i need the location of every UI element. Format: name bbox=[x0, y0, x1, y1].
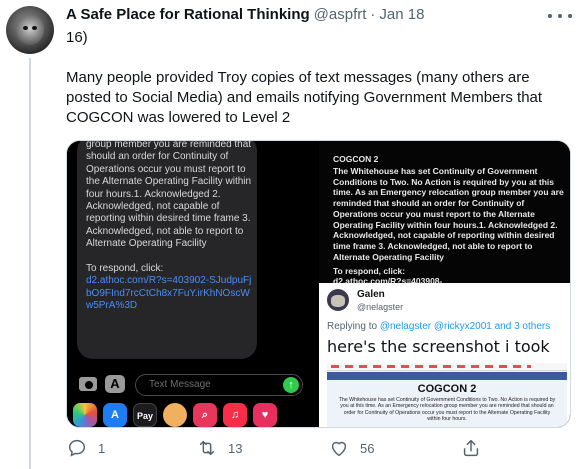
heart-icon: ♥ bbox=[253, 403, 277, 427]
appstore-icon: A bbox=[103, 403, 127, 427]
memoji-icon bbox=[163, 403, 187, 427]
like-button[interactable]: 56 bbox=[328, 436, 374, 460]
sms-input: Text Message ↑ bbox=[135, 374, 303, 396]
embedded-reply-screenshot[interactable]: Galen @nelagster Replying to @nelagster … bbox=[319, 283, 570, 427]
reply-count: 1 bbox=[98, 440, 106, 456]
applepay-label: Pay bbox=[136, 411, 153, 421]
inner-title: COGCON 2 bbox=[417, 383, 477, 395]
retweet-button[interactable]: 13 bbox=[196, 436, 242, 460]
thread-line bbox=[29, 58, 31, 469]
share-icon bbox=[463, 439, 479, 457]
more-options-icon[interactable] bbox=[548, 6, 572, 26]
reply-icon bbox=[68, 439, 86, 457]
inner-header-band bbox=[327, 372, 567, 380]
sms-message: group member you are reminded that shoul… bbox=[86, 140, 252, 250]
avatar-face bbox=[16, 15, 44, 45]
avatar-eye-left bbox=[23, 26, 28, 30]
appstore-icon: A bbox=[105, 375, 125, 393]
sms-screenshot[interactable]: group member you are reminded that shoul… bbox=[67, 140, 315, 427]
retweet-icon bbox=[199, 440, 215, 456]
tweet-date[interactable]: Jan 18 bbox=[379, 6, 424, 23]
reply-inner-screenshot: COGCON 2 The Whitehouse has set Continui… bbox=[327, 363, 567, 427]
tweet-text: Many people provided Troy copies of text… bbox=[66, 69, 543, 126]
sms-bubble: group member you are reminded that shoul… bbox=[77, 140, 257, 359]
media-grid[interactable]: group member you are reminded that shoul… bbox=[66, 140, 571, 428]
search-icon: ⌕ bbox=[193, 403, 217, 427]
photos-icon bbox=[73, 403, 97, 427]
tweet[interactable]: A Safe Place for Rational Thinking @aspf… bbox=[0, 0, 581, 469]
notice-title: COGCON 2 bbox=[333, 154, 379, 164]
reply-text: here's the screenshot i took bbox=[327, 337, 550, 356]
reply-button[interactable]: 1 bbox=[66, 436, 105, 460]
notice-respond-label: To respond, click: bbox=[333, 266, 406, 276]
tweet-actions: 1 13 56 bbox=[66, 436, 566, 460]
replying-mentions: @nelagster @rickyx2001 bbox=[379, 321, 492, 332]
sms-text: group member you are reminded that shoul… bbox=[86, 140, 256, 313]
music-icon: ♫ bbox=[223, 403, 247, 427]
camera-icon bbox=[79, 377, 97, 391]
replying-prefix: Replying to bbox=[327, 321, 378, 332]
reply-context: Replying to @nelagster @rickyx2001 and 3… bbox=[327, 321, 550, 332]
notice-body: The Whitehouse has set Continuity of Gov… bbox=[333, 166, 564, 262]
author-handle[interactable]: @aspfrt bbox=[314, 6, 367, 23]
send-arrow-icon: ↑ bbox=[283, 377, 299, 393]
header-separator: · bbox=[370, 6, 376, 23]
replying-suffix: and 3 others bbox=[494, 321, 551, 332]
reply-avatar bbox=[327, 289, 349, 311]
avatar-eye-right bbox=[32, 26, 37, 30]
app-tray: A Pay ⌕ ♫ ♥ bbox=[69, 401, 313, 427]
tweet-header: A Safe Place for Rational Thinking @aspf… bbox=[66, 6, 424, 26]
like-count: 56 bbox=[360, 440, 375, 456]
author-avatar[interactable] bbox=[6, 6, 54, 54]
applepay-icon: Pay bbox=[133, 403, 157, 427]
sms-input-placeholder: Text Message bbox=[149, 379, 211, 390]
sms-respond-link[interactable]: d2.athoc.com/R?s=403902-SJudpuFjbO9FInd7… bbox=[86, 275, 251, 311]
share-button[interactable] bbox=[460, 436, 492, 460]
inner-text: The Whitehouse has set Continuity of Gov… bbox=[338, 397, 556, 423]
author-name[interactable]: A Safe Place for Rational Thinking bbox=[66, 6, 310, 23]
sms-respond-label: To respond, click: bbox=[86, 263, 164, 275]
reply-author-name: Galen bbox=[357, 289, 385, 300]
reply-author-handle: @nelagster bbox=[357, 302, 404, 312]
cogcon-notice-screenshot[interactable]: COGCON 2 The Whitehouse has set Continui… bbox=[319, 141, 570, 296]
inner-topbar bbox=[327, 363, 567, 371]
retweet-count: 13 bbox=[228, 440, 243, 456]
heart-icon bbox=[331, 441, 347, 457]
sms-compose-bar: A Text Message ↑ A Pay ⌕ ♫ ♥ bbox=[67, 371, 315, 427]
thread-number: 16) bbox=[66, 29, 88, 46]
